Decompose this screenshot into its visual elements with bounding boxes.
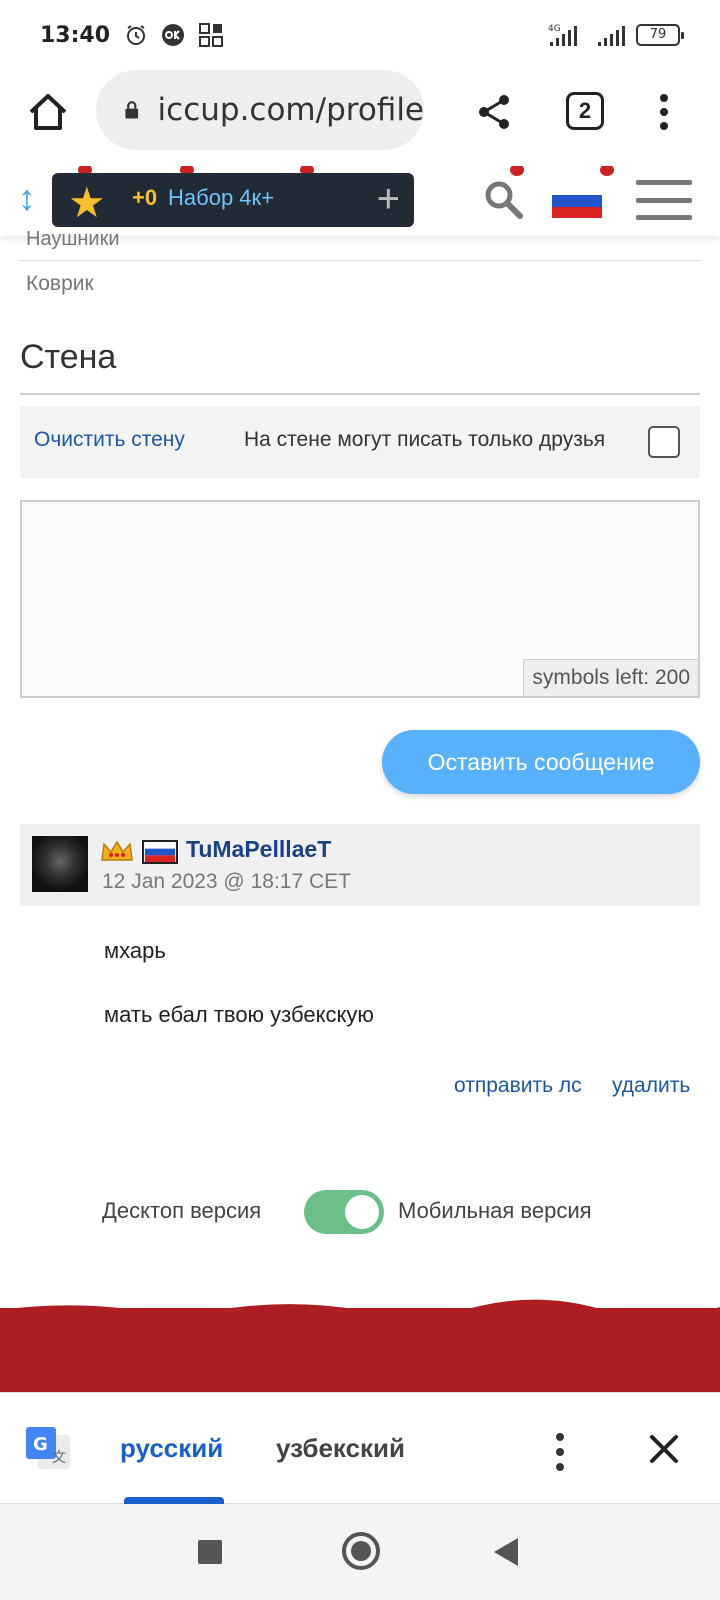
share-icon [479, 95, 509, 129]
ok-app-icon [162, 24, 185, 46]
browser-menu-button[interactable] [650, 88, 678, 136]
lock-icon [125, 101, 139, 119]
translate-bar: G文 русский узбекский [0, 1392, 720, 1505]
promo-banner[interactable]: ★ +0 Набор 4к+ + [52, 173, 414, 227]
wall-post-header: TuMaPelllaeT 12 Jan 2023 @ 18:17 CET [20, 824, 700, 906]
equipment-item: Наушники [26, 228, 120, 250]
hamburger-menu-icon[interactable] [636, 180, 692, 220]
source-language-tab[interactable]: русский [120, 1433, 223, 1464]
send-pm-link[interactable]: отправить лс [454, 1074, 582, 1098]
friends-only-label: На стене могут писать только друзья [244, 428, 606, 451]
toggle-knob [345, 1195, 379, 1229]
post-text-line: мхарь [104, 938, 166, 963]
ornament-decoration [510, 166, 524, 176]
alarm-icon [127, 25, 146, 45]
svg-text:4G: 4G [548, 24, 561, 34]
post-message-button[interactable]: Оставить сообщение [382, 730, 700, 794]
post-author-link[interactable]: TuMaPelllaeT [186, 836, 331, 863]
symbols-left-counter: symbols left: 200 [523, 659, 698, 696]
signal-icon [598, 26, 625, 46]
promo-label: Набор 4к+ [168, 185, 275, 210]
user-country-flag-icon [142, 840, 178, 864]
clear-wall-link[interactable]: Очистить стену [34, 428, 185, 452]
google-translate-icon: G文 [26, 1427, 70, 1469]
expand-arrows-icon[interactable]: ↕ [16, 178, 38, 218]
delete-post-link[interactable]: удалить [612, 1074, 690, 1098]
tab-switcher-button[interactable]: 2 [566, 92, 604, 130]
browser-toolbar: iccup.com/profile 2 [0, 70, 720, 162]
post-text-line: мать ебал твою узбекскую [104, 1002, 374, 1027]
status-system-icons: 4G 79 [546, 22, 684, 48]
divider [20, 260, 700, 261]
home-button[interactable] [24, 88, 72, 136]
url-bar[interactable]: iccup.com/profile [96, 70, 424, 150]
url-text: iccup.com/profile [157, 92, 424, 128]
signal-4g-icon: 4G [548, 24, 577, 46]
friends-only-checkbox[interactable] [648, 426, 680, 458]
site-header: ↕ ★ +0 Набор 4к+ + [0, 166, 720, 236]
equipment-item: Коврик [26, 272, 94, 295]
svg-text:文: 文 [52, 1450, 66, 1466]
plus-icon[interactable]: + [377, 177, 400, 221]
wall-title: Стена [20, 338, 117, 376]
post-date: 12 Jan 2023 @ 18:17 CET [102, 870, 351, 893]
status-bar: 13:40 4G 79 [0, 0, 720, 70]
target-language-tab[interactable]: узбекский [276, 1433, 405, 1464]
language-flag-icon[interactable] [552, 184, 602, 218]
crown-icon [101, 840, 133, 861]
wall-controls: Очистить стену На стене могут писать тол… [20, 406, 700, 478]
promo-count: +0 [132, 185, 158, 210]
mobile-version-label[interactable]: Мобильная версия [398, 1198, 592, 1224]
apps-grid-icon [199, 23, 224, 47]
svg-text:G: G [33, 1434, 48, 1455]
back-button[interactable] [494, 1538, 518, 1566]
status-time: 13:40 [40, 22, 111, 48]
battery-icon: 79 [636, 24, 684, 46]
avatar[interactable] [32, 836, 88, 892]
recent-apps-button[interactable] [198, 1540, 222, 1564]
site-footer [0, 1308, 720, 1392]
desktop-version-label[interactable]: Десктоп версия [102, 1198, 261, 1224]
system-nav-bar [0, 1504, 720, 1600]
close-icon[interactable] [646, 1431, 682, 1467]
share-button[interactable] [470, 88, 518, 136]
version-toggle[interactable] [304, 1190, 384, 1234]
status-notification-icons [124, 22, 224, 48]
wall-message-input[interactable]: symbols left: 200 [20, 500, 700, 698]
star-icon: ★ [68, 179, 106, 226]
translate-more-button[interactable] [552, 1433, 568, 1471]
divider [20, 393, 700, 395]
home-nav-button[interactable] [342, 1532, 380, 1570]
ornament-decoration [600, 166, 614, 176]
home-icon [29, 94, 67, 130]
search-icon[interactable] [482, 178, 526, 222]
